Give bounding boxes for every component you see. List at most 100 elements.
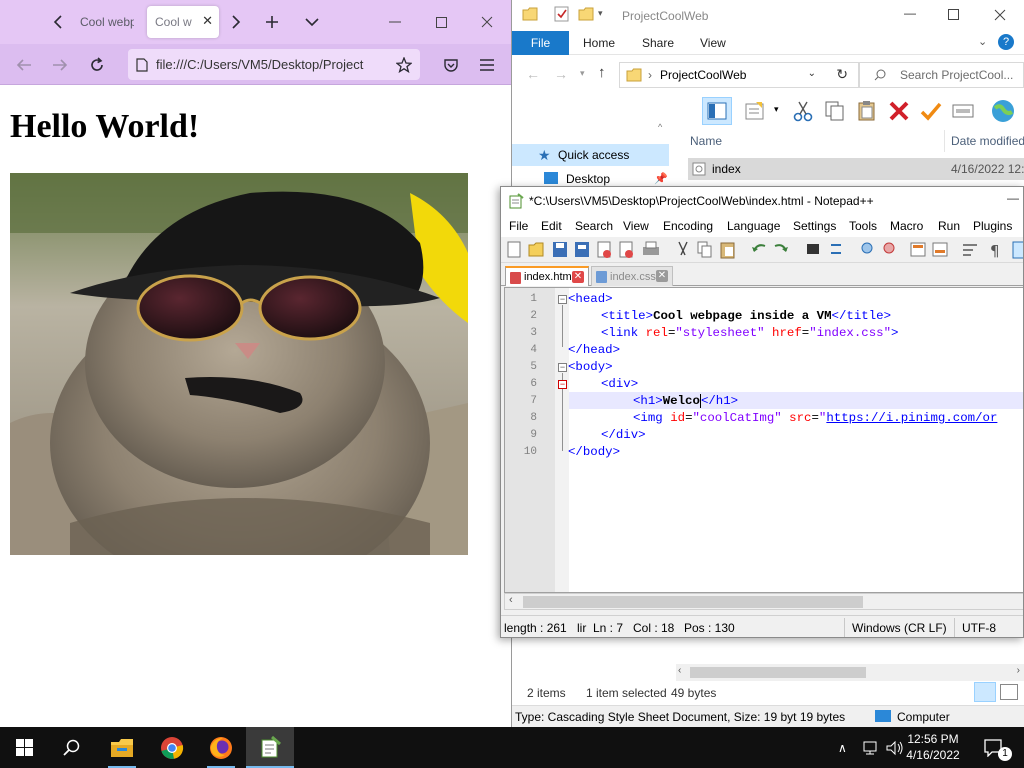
new-tab-plus-icon[interactable] (258, 8, 286, 36)
close-all-icon[interactable] (619, 241, 633, 258)
fold-toggle-icon[interactable]: − (558, 380, 567, 389)
rename-check-icon[interactable] (920, 100, 942, 122)
scroll-right-icon[interactable]: › (1017, 665, 1020, 676)
menu-file[interactable]: File (509, 219, 528, 233)
ribbon-home-tab[interactable]: Home (583, 36, 615, 50)
delete-x-icon[interactable] (888, 100, 910, 122)
search-icon[interactable] (48, 727, 96, 768)
firefox-tab-inactive[interactable]: Cool webp (72, 6, 134, 38)
save-all-icon[interactable] (575, 242, 589, 257)
refresh-icon[interactable]: ↻ (836, 66, 848, 83)
editor-horizontal-scrollbar[interactable]: ‹ (504, 593, 1023, 610)
close-window-icon[interactable] (464, 0, 510, 44)
ribbon-share-tab[interactable]: Share (642, 36, 674, 50)
explorer-back-arrow-icon[interactable]: ← (526, 66, 540, 82)
properties-check-icon[interactable] (554, 6, 570, 22)
properties-icon[interactable] (744, 100, 766, 122)
select-icon[interactable] (952, 100, 974, 122)
tab-scroll-left-icon[interactable] (44, 8, 72, 36)
menu-tools[interactable]: Tools (849, 219, 877, 233)
scroll-left-icon[interactable]: ‹ (678, 665, 681, 676)
taskbar-clock[interactable]: 12:56 PM 4/16/2022 (900, 731, 966, 763)
bookmark-star-icon[interactable] (390, 52, 418, 78)
find-icon[interactable] (807, 244, 819, 254)
menu-run[interactable]: Run (938, 219, 960, 233)
explorer-maximize-icon[interactable] (948, 9, 959, 20)
open-file-icon[interactable] (528, 242, 544, 257)
pocket-icon[interactable] (437, 52, 465, 78)
desktop-nav-item[interactable]: Desktop (566, 172, 610, 186)
zoom-in-icon[interactable] (861, 242, 873, 254)
copy-icon[interactable] (824, 100, 846, 122)
scroll-left-icon[interactable]: ‹ (509, 594, 513, 606)
tab-index-css[interactable]: index.css ✕ (591, 266, 673, 286)
menu-settings[interactable]: Settings (793, 219, 836, 233)
ribbon-view-tab[interactable]: View (700, 36, 726, 50)
file-explorer-taskbar-icon[interactable] (98, 727, 146, 768)
file-row-index[interactable]: index 4/16/2022 12:5 (688, 158, 1024, 180)
redo-icon[interactable] (774, 244, 788, 252)
scroll-thumb[interactable] (523, 596, 863, 608)
url-bar[interactable]: file:///C:/Users/VM5/Desktop/Project (128, 49, 420, 80)
show-all-chars-icon[interactable]: ¶ (990, 242, 1000, 260)
large-icons-view-icon[interactable] (1000, 684, 1018, 700)
ribbon-expand-chevron-icon[interactable]: ⌄ (978, 35, 987, 48)
firefox-icon[interactable] (197, 727, 245, 768)
tab-index-html[interactable]: index.html ✕ (505, 266, 589, 286)
menu-encoding[interactable]: Encoding (663, 219, 713, 233)
explorer-forward-arrow-icon[interactable]: → (554, 66, 568, 82)
code-editor[interactable]: 1 2 3 4 5 6 7 8 9 10 − − − <head> <title… (504, 287, 1023, 593)
quick-access-item[interactable]: ★ Quick access (512, 144, 669, 166)
sync-scroll-icon[interactable] (910, 242, 926, 257)
menu-edit[interactable]: Edit (541, 219, 562, 233)
explorer-search-input[interactable]: Search ProjectCool... (859, 62, 1024, 88)
scroll-thumb[interactable] (690, 667, 866, 678)
ribbon-file-tab[interactable]: File (512, 31, 569, 55)
maximize-icon[interactable] (418, 0, 464, 44)
paste-icon[interactable] (856, 100, 878, 122)
column-date-modified[interactable]: Date modified (951, 134, 1024, 148)
help-icon[interactable]: ? (998, 34, 1014, 50)
menu-macro[interactable]: Macro (890, 219, 923, 233)
firefox-tab-active[interactable]: Cool w ✕ (147, 6, 219, 38)
notepadpp-taskbar-icon[interactable] (246, 727, 294, 768)
menu-search[interactable]: Search (575, 219, 613, 233)
close-tab-icon[interactable]: ✕ (572, 271, 584, 283)
chrome-icon[interactable] (148, 727, 196, 768)
fold-toggle-icon[interactable]: − (558, 363, 567, 372)
list-all-tabs-chevron-icon[interactable] (298, 8, 326, 36)
new-file-icon[interactable] (507, 241, 521, 258)
toolbar-dropdown-icon[interactable]: ▾ (774, 104, 779, 115)
sync-horizontal-icon[interactable] (932, 242, 948, 257)
menu-view[interactable]: View (623, 219, 649, 233)
details-view-icon[interactable] (974, 682, 996, 702)
minimize-icon[interactable] (372, 0, 418, 44)
status-eol[interactable]: Windows (CR LF) (852, 621, 947, 635)
paste-icon[interactable] (720, 242, 735, 259)
new-folder-icon[interactable] (578, 7, 594, 21)
recent-locations-chevron-icon[interactable]: ▾ (580, 68, 585, 79)
menu-plugins[interactable]: Plugins (973, 219, 1012, 233)
network-icon[interactable] (862, 740, 880, 756)
hamburger-menu-icon[interactable] (473, 52, 501, 78)
forward-arrow-icon[interactable] (46, 52, 74, 78)
tab-scroll-right-icon[interactable] (222, 8, 250, 36)
close-file-icon[interactable] (597, 241, 611, 258)
print-icon[interactable] (643, 241, 659, 255)
globe-icon[interactable] (990, 98, 1016, 124)
quick-access-dropdown-icon[interactable]: ▾ (598, 8, 603, 19)
column-name[interactable]: Name (690, 134, 722, 148)
show-hidden-icons-chevron-icon[interactable]: ∧ (838, 741, 847, 755)
back-arrow-icon[interactable] (10, 52, 38, 78)
close-tab-icon[interactable]: ✕ (202, 13, 213, 29)
address-dropdown-icon[interactable]: ⌄ (808, 68, 816, 79)
cut-scissors-icon[interactable] (792, 100, 814, 122)
close-tab-icon[interactable]: ✕ (656, 270, 668, 282)
start-windows-icon[interactable] (0, 727, 48, 768)
explorer-horizontal-scrollbar[interactable]: ‹ › (676, 664, 1024, 681)
indent-guide-icon[interactable] (1012, 241, 1024, 259)
copy-icon[interactable] (697, 241, 712, 258)
preview-pane-icon[interactable] (702, 97, 732, 125)
word-wrap-icon[interactable] (963, 244, 977, 256)
up-arrow-icon[interactable]: ↑ (598, 64, 606, 81)
